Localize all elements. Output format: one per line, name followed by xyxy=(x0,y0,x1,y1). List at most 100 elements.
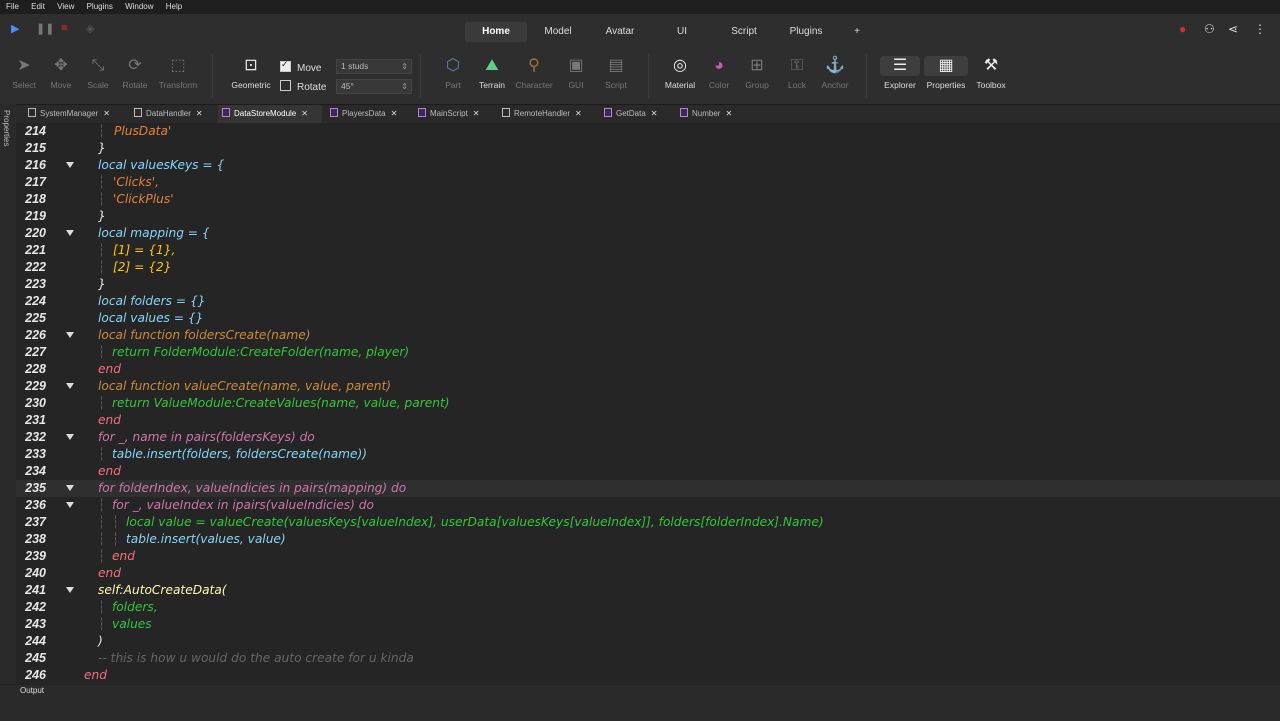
rotate-snap-input[interactable]: 45° xyxy=(336,79,412,94)
close-icon[interactable]: ✕ xyxy=(103,109,110,118)
fold-arrow-icon[interactable] xyxy=(66,502,74,508)
code-text: 'ClickPlus' xyxy=(113,192,174,206)
script-tool[interactable]: ▤ Script xyxy=(600,56,632,90)
tab-model[interactable]: Model xyxy=(527,22,589,42)
file-tab[interactable]: SystemManager ✕ xyxy=(24,105,133,123)
rotate-tool[interactable]: ⟳ Rotate xyxy=(118,56,152,90)
fold-arrow-icon[interactable] xyxy=(66,587,74,593)
move-snap-checkbox[interactable]: Move xyxy=(280,59,321,74)
menu-plugins[interactable]: Plugins xyxy=(87,2,113,11)
file-tab[interactable]: Number ✕ xyxy=(676,105,742,123)
menu-file[interactable]: File xyxy=(6,2,19,11)
fold-arrow-icon[interactable] xyxy=(66,230,74,236)
code-text: [2] = {2} xyxy=(113,260,172,274)
file-tab[interactable]: DataHandler ✕ xyxy=(130,105,222,123)
rotate-snap-checkbox[interactable]: Rotate xyxy=(280,80,326,93)
file-tab[interactable]: GetData ✕ xyxy=(600,105,664,123)
transform-tool[interactable]: ⬚ Transform xyxy=(154,56,202,90)
toolbox-tool[interactable]: ⚒ Toolbox xyxy=(972,56,1010,90)
tab-home[interactable]: Home xyxy=(465,22,527,42)
stop-icon[interactable]: ■ xyxy=(61,22,68,34)
move-tool[interactable]: ✥ Move xyxy=(45,56,77,90)
code-text: local function valueCreate(name, value, … xyxy=(98,379,392,393)
session-icon[interactable]: ◈ xyxy=(86,22,94,35)
tab-plugins[interactable]: Plugins xyxy=(775,22,837,42)
code-line: 217 ┆ 'Clicks', xyxy=(16,174,1280,191)
material-tool[interactable]: ◎ Material xyxy=(662,56,698,90)
file-tab[interactable]: MainScript ✕ xyxy=(414,105,498,123)
tab-script[interactable]: Script xyxy=(713,22,775,42)
transform-icon: ⬚ xyxy=(170,57,186,74)
line-number: 217 xyxy=(25,175,46,189)
explorer-label: Explorer xyxy=(884,80,916,90)
scale-tool[interactable]: ⤡ Scale xyxy=(82,56,114,90)
file-tab[interactable]: RemoteHandler ✕ xyxy=(498,105,597,123)
code-line: 227 ┆ return FolderModule:CreateFolder(nam… xyxy=(16,344,1280,361)
file-tab-active[interactable]: DataStoreModule ✕ xyxy=(218,105,322,123)
move-snap-input[interactable]: 1 studs xyxy=(336,59,412,74)
part-tool[interactable]: ⬡ Part xyxy=(438,56,468,90)
file-tab[interactable]: PlayersData ✕ xyxy=(326,105,410,123)
properties-tool[interactable]: ▦ Properties xyxy=(924,56,968,90)
gui-tool[interactable]: ▣ GUI xyxy=(562,56,590,90)
add-tab-button[interactable]: + xyxy=(837,22,877,42)
line-number: 235 xyxy=(25,481,46,495)
close-icon[interactable]: ✕ xyxy=(196,109,203,118)
code-text: PlusData' xyxy=(114,124,172,138)
menu-edit[interactable]: Edit xyxy=(31,2,45,11)
fold-arrow-icon[interactable] xyxy=(66,162,74,168)
more-icon[interactable]: ⋮ xyxy=(1254,22,1266,36)
output-tab[interactable]: Output xyxy=(20,686,44,695)
anchor-tool[interactable]: ⚓ Anchor xyxy=(818,56,852,90)
line-number: 233 xyxy=(25,447,46,461)
line-number: 229 xyxy=(25,379,46,393)
gui-label: GUI xyxy=(568,80,584,90)
select-tool[interactable]: ➤ Select xyxy=(8,56,40,90)
terrain-tool[interactable]: ⛰ Terrain xyxy=(474,56,510,90)
geometric-tool[interactable]: ⊡ Geometric xyxy=(226,56,276,90)
fold-arrow-icon[interactable] xyxy=(66,434,74,440)
rotate-snap-label: Rotate xyxy=(297,82,327,93)
code-line: 225 local values = {} xyxy=(16,310,1280,327)
divider xyxy=(648,54,649,98)
explorer-tool[interactable]: ☰ Explorer xyxy=(880,56,920,90)
line-number: 246 xyxy=(25,668,46,682)
pause-icon[interactable]: ❚❚ xyxy=(36,22,54,35)
code-line: 243 ┆ values xyxy=(16,616,1280,633)
part-label: Part xyxy=(445,80,461,90)
close-icon[interactable]: ✕ xyxy=(651,109,658,118)
character-tool[interactable]: ⚲ Character xyxy=(512,56,556,90)
tab-avatar[interactable]: Avatar xyxy=(589,22,651,42)
line-number: 243 xyxy=(25,617,46,631)
menu-view[interactable]: View xyxy=(57,2,74,11)
close-icon[interactable]: ✕ xyxy=(575,109,582,118)
rotate-label: Rotate xyxy=(122,80,148,90)
lock-tool[interactable]: ⚿ Lock xyxy=(782,56,812,90)
tab-ui[interactable]: UI xyxy=(651,22,713,42)
properties-side-tab[interactable]: Properties xyxy=(2,110,11,146)
code-line: 220 local mapping = { xyxy=(16,225,1280,242)
share-icon[interactable]: ⋖ xyxy=(1228,22,1238,36)
toolbox-label: Toolbox xyxy=(976,80,1006,90)
fold-arrow-icon[interactable] xyxy=(66,332,74,338)
code-line: 224 local folders = {} xyxy=(16,293,1280,310)
close-icon[interactable]: ✕ xyxy=(391,109,398,118)
color-tool[interactable]: ◕ Color xyxy=(704,56,734,90)
fold-arrow-icon[interactable] xyxy=(66,383,74,389)
fold-arrow-icon[interactable] xyxy=(66,485,74,491)
code-editor[interactable]: 214 ┆ PlusData' 215} 216 local valuesKeys =… xyxy=(16,123,1280,684)
record-icon[interactable]: ● xyxy=(1179,22,1186,36)
line-number: 234 xyxy=(25,464,46,478)
code-line: 233 ┆ table.insert(folders, foldersCreate(… xyxy=(16,446,1280,463)
close-icon[interactable]: ✕ xyxy=(473,109,480,118)
code-text: } xyxy=(98,277,106,291)
group-tool[interactable]: ⊞ Group xyxy=(740,56,774,90)
close-icon[interactable]: ✕ xyxy=(725,109,732,118)
close-icon[interactable]: ✕ xyxy=(301,109,308,118)
play-icon[interactable]: ▶ xyxy=(11,22,19,35)
add-user-icon[interactable]: ⚇ xyxy=(1204,22,1215,36)
menu-help[interactable]: Help xyxy=(166,2,182,11)
code-line: 222 ┆ [2] = {2} xyxy=(16,259,1280,276)
menu-window[interactable]: Window xyxy=(125,2,153,11)
line-number: 221 xyxy=(25,243,46,257)
